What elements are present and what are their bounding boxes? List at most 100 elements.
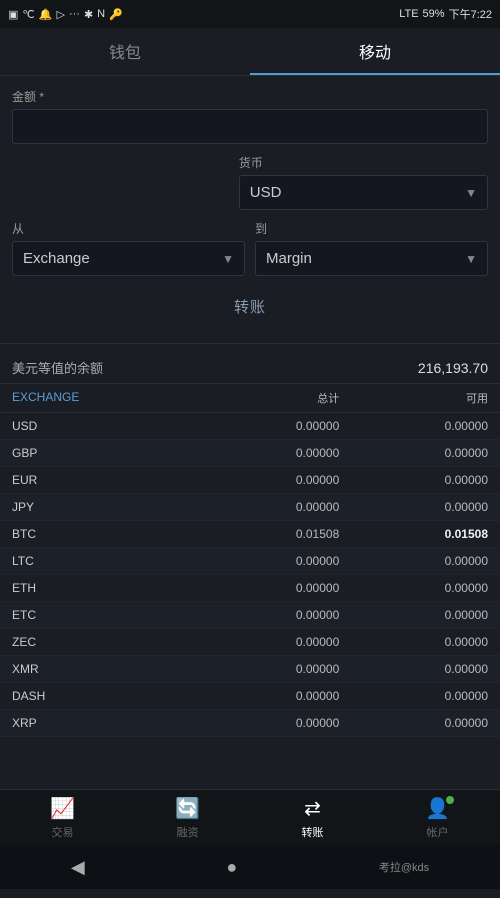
to-label: 到 [255,220,488,237]
nav-item-trade[interactable]: 📈 交易 [0,796,125,840]
row-total-eur: 0.00000 [191,473,340,487]
table-col-total: 总计 [191,390,340,406]
row-total-ltc: 0.00000 [191,554,340,568]
row-currency-xmr: XMR [12,662,191,676]
row-total-xrp: 0.00000 [191,716,340,730]
bottom-nav: 📈 交易 🔄 融资 ⇄ 转账 👤 帐户 [0,789,500,845]
to-arrow-icon: ▼ [465,252,477,266]
table-col-avail: 可用 [339,390,488,406]
time-label: 下午7:22 [449,6,492,22]
nav-item-funding[interactable]: 🔄 融资 [125,796,250,840]
row-total-btc: 0.01508 [191,527,340,541]
signal-label: LTE [399,8,418,20]
table-row: USD 0.00000 0.00000 [0,413,500,440]
funding-icon: 🔄 [175,796,200,821]
table-section-label: EXCHANGE [12,390,191,406]
balance-label: 美元等值的余额 [12,358,103,377]
nav-label-funding: 融资 [177,824,199,840]
table-row: ETC 0.00000 0.00000 [0,602,500,629]
row-avail-gbp: 0.00000 [339,446,488,460]
online-dot [446,796,454,804]
nav-item-account[interactable]: 👤 帐户 [375,796,500,840]
tab-mobile[interactable]: 移动 [250,28,500,75]
battery-label: 59% [423,8,445,20]
nav-label-transfer: 转账 [302,824,324,840]
row-avail-dash: 0.00000 [339,689,488,703]
row-total-etc: 0.00000 [191,608,340,622]
row-avail-usd: 0.00000 [339,419,488,433]
row-currency-btc: BTC [12,527,191,541]
row-currency-ltc: LTC [12,554,191,568]
row-avail-eur: 0.00000 [339,473,488,487]
top-tab-bar: 钱包 移动 [0,28,500,76]
row-avail-xmr: 0.00000 [339,662,488,676]
row-total-xmr: 0.00000 [191,662,340,676]
row-avail-jpy: 0.00000 [339,500,488,514]
amount-input[interactable] [12,109,488,144]
android-nav-bar: ◀ ● 考拉@kds [0,845,500,889]
row-currency-gbp: GBP [12,446,191,460]
to-value: Margin [266,250,459,267]
row-currency-eth: ETH [12,581,191,595]
row-total-gbp: 0.00000 [191,446,340,460]
amount-label: 金额 * [12,88,488,105]
nav-label-account: 帐户 [427,824,449,840]
table-row: BTC 0.01508 0.01508 [0,521,500,548]
amount-row: 金额 * [12,88,488,144]
currency-value: USD [250,184,459,201]
table-row: ETH 0.00000 0.00000 [0,575,500,602]
row-currency-jpy: JPY [12,500,191,514]
bluetooth-icon: ✱ [84,8,93,21]
play-icon: ▷ [56,8,64,21]
row-avail-zec: 0.00000 [339,635,488,649]
table-row: EUR 0.00000 0.00000 [0,467,500,494]
balance-section: 美元等值的余额 216,193.70 [0,344,500,384]
bell-icon: 🔔 [39,8,53,21]
brand-label: 考拉@kds [379,859,429,875]
transfer-button[interactable]: 转账 [194,286,306,327]
tab-wallet-label: 钱包 [109,39,141,63]
table-row: ZEC 0.00000 0.00000 [0,629,500,656]
trade-icon: 📈 [50,796,75,821]
tab-mobile-label: 移动 [359,39,391,63]
row-currency-eur: EUR [12,473,191,487]
tab-wallet[interactable]: 钱包 [0,28,250,75]
from-to-row: 从 Exchange ▼ 到 Margin ▼ [12,220,488,276]
balance-value: 216,193.70 [418,360,488,376]
form-area: 金额 * 货币 USD ▼ 从 Exchange ▼ 到 Margin ▼ [0,76,500,344]
row-currency-etc: ETC [12,608,191,622]
table-header: EXCHANGE 总计 可用 [0,384,500,413]
row-avail-eth: 0.00000 [339,581,488,595]
row-total-eth: 0.00000 [191,581,340,595]
back-button[interactable]: ◀ [71,857,85,878]
row-total-usd: 0.00000 [191,419,340,433]
home-button[interactable]: ● [226,857,237,878]
to-select[interactable]: Margin ▼ [255,241,488,276]
from-select[interactable]: Exchange ▼ [12,241,245,276]
nav-item-transfer[interactable]: ⇄ 转账 [250,796,375,840]
from-label: 从 [12,220,245,237]
table-row: XMR 0.00000 0.00000 [0,656,500,683]
transfer-icon: ⇄ [304,796,321,821]
currency-group: 货币 USD ▼ [239,154,488,210]
row-currency-zec: ZEC [12,635,191,649]
status-bar: ▣ ℃ 🔔 ▷ ··· ✱ N 🔑 LTE 59% 下午7:22 [0,0,500,28]
table-row: LTC 0.00000 0.00000 [0,548,500,575]
from-arrow-icon: ▼ [222,252,234,266]
row-avail-etc: 0.00000 [339,608,488,622]
row-total-jpy: 0.00000 [191,500,340,514]
dots-icon: ··· [69,8,80,20]
currency-select[interactable]: USD ▼ [239,175,488,210]
transfer-btn-row: 转账 [12,286,488,327]
status-right: LTE 59% 下午7:22 [399,6,492,22]
from-group: 从 Exchange ▼ [12,220,245,276]
row-avail-xrp: 0.00000 [339,716,488,730]
table-row: DASH 0.00000 0.00000 [0,683,500,710]
to-group: 到 Margin ▼ [255,220,488,276]
row-avail-ltc: 0.00000 [339,554,488,568]
key-icon: 🔑 [109,8,123,21]
account-icon: 👤 [425,796,450,821]
row-currency-usd: USD [12,419,191,433]
currency-arrow-icon: ▼ [465,186,477,200]
row-currency-xrp: XRP [12,716,191,730]
